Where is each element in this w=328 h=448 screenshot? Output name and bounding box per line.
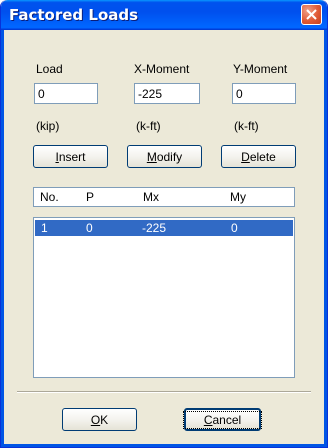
ok-mnemonic: O (90, 412, 101, 427)
insert-button[interactable]: Insert (33, 145, 108, 168)
delete-label: elete (249, 149, 276, 164)
delete-mnemonic: D (241, 149, 250, 164)
factored-loads-dialog: Factored Loads Load X-Moment Y-Moment (k… (0, 0, 328, 448)
modify-button[interactable]: Modify (127, 145, 202, 168)
window-frame-right (324, 30, 327, 447)
close-button[interactable] (301, 4, 322, 25)
y-moment-unit: (k-ft) (234, 119, 259, 133)
list-header: No. P Mx My (33, 187, 295, 207)
title-bar[interactable]: Factored Loads (1, 0, 327, 30)
close-icon (306, 9, 317, 20)
row-my: 0 (231, 221, 238, 235)
window-frame-bottom (1, 444, 327, 447)
dialog-title: Factored Loads (9, 6, 139, 24)
column-header-my[interactable]: My (230, 190, 246, 204)
cancel-focus-ring: Cancel (182, 410, 263, 429)
y-moment-input[interactable] (232, 83, 296, 104)
cancel-button[interactable]: Cancel (182, 408, 263, 431)
ok-button[interactable]: OK (62, 408, 137, 431)
cancel-mnemonic: C (203, 412, 213, 427)
y-moment-label: Y-Moment (233, 62, 288, 76)
modify-mnemonic: M (146, 149, 157, 164)
insert-label: nsert (58, 149, 86, 164)
x-moment-unit: (k-ft) (136, 119, 161, 133)
modify-label: odify (156, 149, 183, 164)
column-header-no[interactable]: No. (40, 190, 59, 204)
delete-button[interactable]: Delete (221, 145, 296, 168)
column-header-mx[interactable]: Mx (143, 190, 159, 204)
loads-list[interactable]: 1 0 -225 0 (33, 217, 295, 378)
cancel-label: ancel (212, 412, 242, 427)
row-no: 1 (41, 221, 48, 235)
column-header-p[interactable]: P (86, 190, 94, 204)
row-p: 0 (86, 221, 93, 235)
load-input[interactable] (34, 83, 98, 104)
x-moment-label: X-Moment (134, 62, 190, 76)
load-label: Load (36, 62, 63, 76)
row-mx: -225 (142, 221, 167, 235)
x-moment-input[interactable] (134, 83, 200, 104)
ok-label: K (100, 412, 109, 427)
divider (17, 391, 311, 393)
window-frame-left (1, 30, 4, 447)
list-row[interactable]: 1 0 -225 0 (35, 220, 293, 236)
load-unit: (kip) (36, 119, 60, 133)
